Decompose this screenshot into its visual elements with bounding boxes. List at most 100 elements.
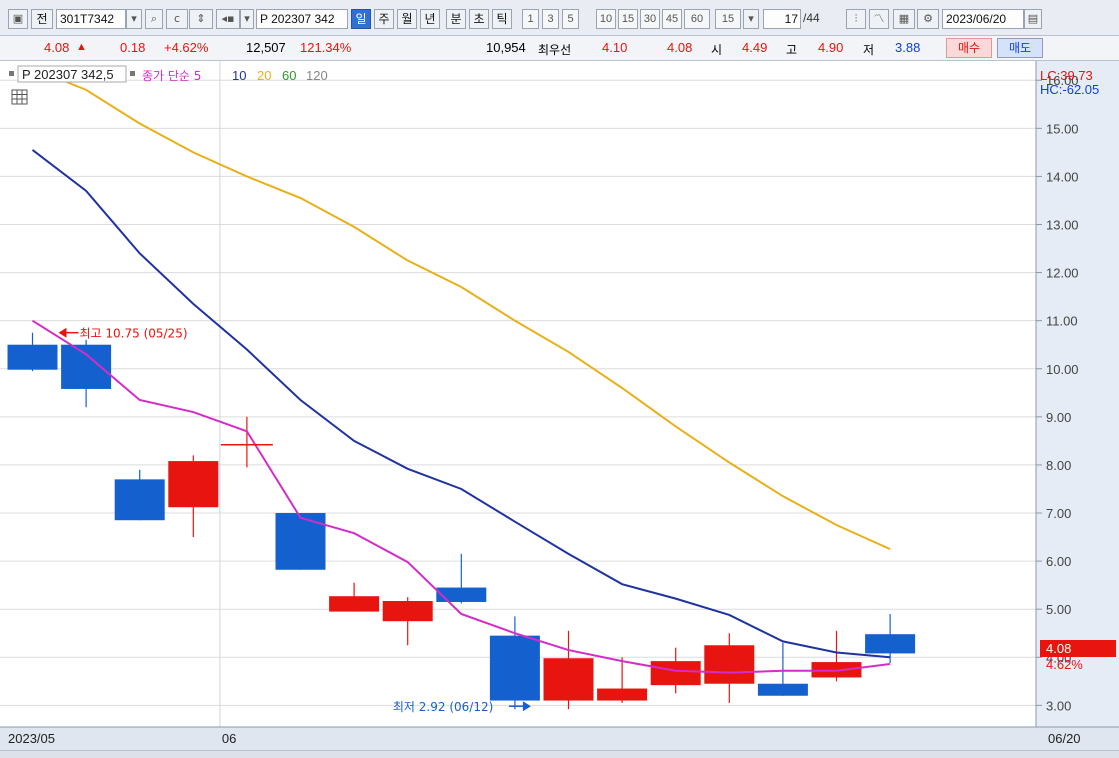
y-tick-label: 11.00 [1046,314,1078,329]
volume-ratio: 121.34% [300,40,352,55]
high-label: 고 [786,43,798,57]
interval-60[interactable]: 60 [684,9,710,29]
candle-body [543,658,594,701]
y-tick-label: 3.00 [1046,698,1071,713]
low-marker-icon [522,701,531,712]
page-current[interactable]: 17 [763,9,801,29]
y-tick-label: 12.00 [1046,266,1079,281]
y-tick-label: 15.00 [1046,121,1079,136]
calendar-icon[interactable]: ▤ [1024,9,1042,29]
spin-icon[interactable]: ⇕ [189,9,213,29]
period-year[interactable]: 년 [420,9,440,29]
toolbar: ▣ 전 301T7342 ▾ ⌕ c ⇕ ◂▪ ▾ P 202307 342 일… [0,0,1119,36]
y-tick-label: 7.00 [1046,506,1071,521]
hc-label: HC:-62.05 [1040,82,1099,97]
prev-button[interactable]: 전 [31,9,53,29]
candle [757,642,808,696]
y-tick-label: 8.00 [1046,458,1071,473]
x-tick-label: 06/20 [1048,731,1081,746]
candle [704,633,755,703]
legend-ma5: 종가 단순 5 [142,69,201,83]
low-price: 3.88 [895,40,921,55]
candle-body [436,587,487,602]
high-annotation: 최고 10.75 (05/25) [80,327,188,341]
candle-body [114,479,165,521]
table-icon[interactable] [11,89,28,105]
pct-tag-text: 4.62% [1046,657,1083,672]
x-tick-label: 06 [222,731,236,746]
period-minute[interactable]: 분 [446,9,466,29]
volume: 12,507 [246,40,286,55]
period-month[interactable]: 월 [397,9,417,29]
best-ask-price: 4.08 [667,40,693,55]
candle-body [704,645,755,684]
y-tick-label: 10.00 [1046,362,1079,377]
up-arrow-icon: ▲ [76,41,87,53]
period-tick[interactable]: 틱 [492,9,512,29]
period-second[interactable]: 초 [469,9,489,29]
interval-5[interactable]: 5 [562,9,579,29]
period-week[interactable]: 주 [374,9,394,29]
candle-body [650,661,701,686]
symbol-dropdown-icon[interactable]: ▾ [240,9,254,29]
period-day[interactable]: 일 [351,9,371,29]
candle [61,339,112,408]
symbol-field[interactable]: P 202307 342 [256,9,348,29]
y-tick-label: 6.00 [1046,554,1071,569]
candlestick-chart[interactable]: 3.004.005.006.007.008.009.0010.0011.0012… [0,61,1119,750]
sell-button[interactable]: 매도 [997,38,1043,58]
candle-body [275,513,326,570]
candle [382,597,433,646]
gear-icon[interactable]: ⚙ [917,9,939,29]
candle [7,332,58,372]
x-axis-panel [0,727,1119,750]
candle [114,469,165,521]
interval-3[interactable]: 3 [542,9,559,29]
candle [811,630,862,682]
interval-10[interactable]: 10 [596,9,616,29]
save-icon[interactable]: ▦ [893,9,915,29]
candle-body [61,344,112,389]
price-change: 0.18 [120,40,146,55]
interval-dropdown-icon[interactable]: ▾ [743,9,759,29]
y-axis-panel [1036,61,1119,727]
high-marker-icon [58,327,67,338]
interval-select[interactable]: 15 [715,9,741,29]
best-bid-qty: 10,954 [486,40,526,55]
candle-body [865,634,916,654]
buy-button[interactable]: 매수 [946,38,992,58]
line-icon[interactable]: 〽 [869,9,889,29]
date-field[interactable]: 2023/06/20 [942,9,1024,29]
open-price: 4.49 [742,40,768,55]
last-price: 4.08 [44,40,70,55]
status-bar [0,750,1119,758]
window-icon[interactable]: ▣ [8,9,28,29]
candle-icon[interactable]: ⫶ [846,9,866,29]
interval-30[interactable]: 30 [640,9,660,29]
low-label: 저 [863,43,875,57]
candle-body [489,635,540,701]
y-tick-label: 9.00 [1046,410,1071,425]
candle-body [329,596,380,612]
interval-15[interactable]: 15 [618,9,638,29]
low-annotation: 최저 2.92 (06/12) [393,700,493,714]
high-price: 4.90 [818,40,844,55]
code-link-icon[interactable]: c [166,9,188,29]
y-tick-label: 5.00 [1046,602,1071,617]
best-bid-label: 최우선 [538,43,572,57]
code-input[interactable]: 301T7342 [56,9,126,29]
ma-line-20 [32,67,891,550]
price-tag-text: 4.08 [1046,641,1071,656]
interval-1[interactable]: 1 [522,9,539,29]
legend-symbol: P 202307 342,5 [22,67,114,82]
interval-45[interactable]: 45 [662,9,682,29]
speaker-icon[interactable]: ◂▪ [216,9,240,29]
legend-ma20: 20 [257,68,271,83]
code-dropdown-icon[interactable]: ▾ [126,9,142,29]
candle [543,630,594,710]
legend-square-icon [130,71,135,76]
change-percent: +4.62% [164,40,209,55]
search-icon[interactable]: ⌕ [145,9,163,29]
candle [275,513,326,570]
quote-bar: 4.08 ▲ 0.18 +4.62% 12,507 121.34% 10,954… [0,36,1119,61]
